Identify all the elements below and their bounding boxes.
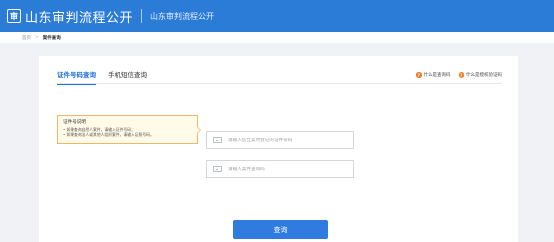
query-button[interactable]: 查询 [233, 220, 328, 239]
question-icon: ? [416, 72, 422, 78]
site-title: 山东审判流程公开 [25, 10, 134, 26]
tip-title: 证件号说明 [63, 120, 86, 125]
help-link-label: 什么是授权验证码 [466, 73, 502, 78]
id-number-tip: 证件号说明 • 如果查询自然人案件，请输入证件号码； • 如果查询法人或其他人组… [57, 115, 201, 144]
question-icon: ? [458, 72, 464, 78]
tabs-divider [57, 83, 502, 84]
keyboard-icon [213, 166, 222, 172]
help-links: ? 什么是查询码 ? 什么是授权验证码 [416, 72, 502, 78]
breadcrumb: 首页 > 案件查询 [0, 32, 554, 43]
id-number-input[interactable] [228, 137, 348, 143]
tip-item: • 如果查询法人或其他人组织案件，请输入证照号码。 [63, 131, 154, 137]
header-divider [141, 9, 143, 23]
breadcrumb-home[interactable]: 首页 [22, 35, 31, 41]
breadcrumb-separator: > [35, 35, 39, 40]
query-card: 证件号码查询 手机短信查询 ? 什么是查询码 ? 什么是授权验证码 证件号说明 … [39, 56, 518, 242]
help-link-label: 什么是查询码 [423, 73, 451, 78]
help-link-auth-code[interactable]: ? 什么是授权验证码 [458, 72, 502, 78]
breadcrumb-current: 案件查询 [42, 35, 61, 41]
case-code-input[interactable] [228, 166, 348, 172]
id-card-icon [213, 137, 222, 143]
tip-arrow-inner [196, 127, 200, 133]
help-link-query-code[interactable]: ? 什么是查询码 [416, 72, 451, 78]
id-number-field [206, 131, 354, 149]
top-header: 审 山东审判流程公开 山东审判流程公开 [0, 0, 554, 32]
case-code-field [206, 160, 354, 178]
court-logo-icon: 审 [7, 9, 21, 23]
site-subtitle: 山东审判流程公开 [150, 11, 215, 21]
